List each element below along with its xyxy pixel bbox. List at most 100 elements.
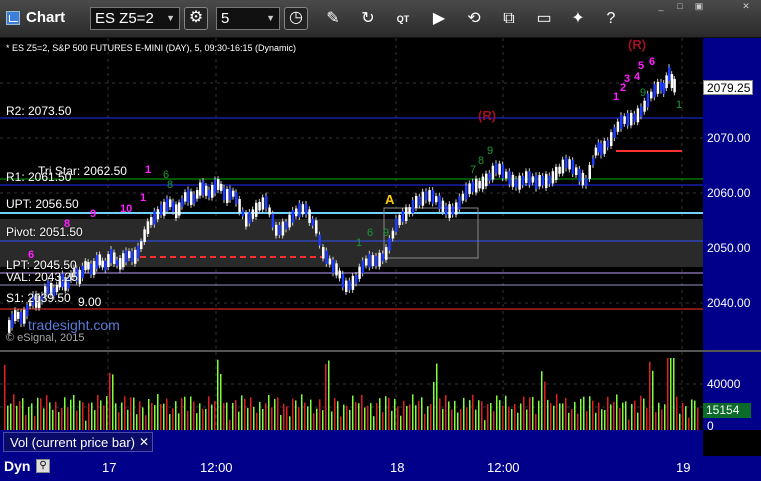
candle-body	[113, 252, 116, 264]
interval-input[interactable]: 5 ▼	[216, 7, 280, 30]
volume-bar	[583, 396, 585, 430]
volume-pane[interactable]	[0, 352, 703, 430]
candle-body	[199, 182, 202, 196]
twitter-icon[interactable]: ✦	[567, 8, 589, 30]
refresh-icon[interactable]: ↻	[357, 8, 379, 30]
svg-text:9: 9	[383, 227, 389, 239]
volume-bar	[100, 400, 102, 430]
candle-body	[455, 202, 458, 215]
candle-body	[418, 196, 421, 206]
svg-text:1: 1	[356, 237, 362, 249]
volume-bar	[355, 402, 357, 430]
candle-body	[95, 255, 99, 269]
candle-body	[458, 196, 461, 210]
candle-body	[278, 224, 281, 236]
candle-body	[431, 190, 435, 204]
candle-body	[125, 250, 128, 263]
volume-bar	[88, 403, 90, 430]
candle-body	[26, 304, 29, 317]
volume-study-tab[interactable]: Vol (current price bar) ✕	[3, 432, 153, 452]
candle-body	[156, 209, 160, 220]
candle-body	[650, 91, 653, 99]
volume-bar	[646, 408, 648, 430]
price-tick: 2060.00	[707, 186, 751, 200]
replay-icon[interactable]: ⟲	[463, 8, 485, 30]
volume-bar	[121, 402, 123, 430]
volume-bar	[67, 407, 69, 430]
volume-bar	[454, 400, 456, 430]
candle-body	[134, 249, 137, 264]
maximize-icon[interactable]: ▣	[693, 2, 705, 11]
svg-text:7: 7	[470, 164, 476, 176]
candle-body	[181, 198, 184, 207]
volume-bar	[319, 399, 321, 430]
candle-body	[235, 192, 238, 204]
volume-bar	[19, 401, 21, 430]
candle-body	[351, 275, 355, 290]
comment-icon[interactable]: ▭	[533, 8, 555, 30]
candle-body	[508, 171, 511, 185]
volume-bar	[346, 405, 348, 430]
candle-body	[398, 215, 401, 226]
minimize-icon[interactable]: _	[655, 2, 667, 11]
pencil-draw-icon[interactable]: ✎	[322, 8, 344, 30]
candle-body	[208, 189, 211, 198]
chevron-down-icon[interactable]: ▼	[166, 8, 175, 29]
candle-body	[175, 204, 178, 219]
price-chart-area[interactable]: (R) (R) A 123456 10 9 1 1 6 8 98791 68169	[0, 37, 703, 350]
candle-body	[261, 197, 265, 210]
volume-bar	[61, 408, 63, 430]
play-icon[interactable]: ▶	[428, 8, 450, 30]
volume-bar	[550, 403, 552, 430]
candle-body	[288, 214, 291, 228]
volume-bar	[115, 403, 117, 430]
volume-bar	[139, 401, 141, 430]
candle-body	[146, 221, 150, 234]
volume-bar	[289, 416, 291, 430]
candle-body	[575, 167, 578, 175]
candle-body	[265, 195, 268, 209]
volume-bar	[616, 394, 618, 430]
volume-bar	[460, 409, 462, 430]
candle-body	[478, 180, 481, 189]
close-icon[interactable]: ✕	[740, 2, 752, 11]
settings-gear-icon[interactable]: ⚙	[184, 7, 208, 30]
candle-body	[166, 198, 169, 212]
candle-body	[255, 202, 258, 217]
volume-bar	[304, 402, 306, 430]
candle-body	[248, 211, 251, 224]
link-icon[interactable]: ⧉	[498, 8, 520, 30]
chevron-down-icon[interactable]: ▼	[266, 8, 275, 29]
volume-tick: 0	[707, 419, 714, 433]
close-icon[interactable]: ✕	[139, 432, 149, 452]
candle-body	[268, 207, 271, 215]
symbol-input[interactable]: ES Z5=2 ▼	[90, 7, 180, 30]
volume-bar	[445, 395, 447, 430]
volume-bar	[631, 404, 633, 430]
quote-button[interactable]: QT	[392, 8, 414, 30]
candle-body	[355, 275, 358, 284]
volume-bar	[82, 402, 84, 430]
volume-bar	[379, 398, 381, 430]
candle-body	[421, 191, 425, 206]
lock-icon[interactable]: ⚲	[36, 459, 50, 473]
help-icon[interactable]: ?	[600, 8, 622, 30]
volume-bar	[598, 402, 600, 430]
volume-bar	[223, 403, 225, 430]
volume-bar	[547, 399, 549, 430]
volume-bar	[427, 406, 429, 430]
volume-bar	[640, 395, 642, 430]
clock-icon[interactable]: ◷	[284, 7, 308, 30]
volume-bar	[235, 400, 237, 430]
volume-bar	[328, 360, 330, 430]
restore-icon[interactable]: □	[674, 2, 686, 11]
volume-bar	[10, 403, 12, 430]
volume-bar	[292, 398, 294, 430]
volume-bar	[622, 402, 624, 430]
volume-bar	[691, 399, 693, 430]
candle-body	[603, 140, 606, 154]
volume-bar	[685, 406, 687, 430]
volume-bar	[55, 401, 57, 430]
volume-bar	[283, 403, 285, 430]
volume-bar	[127, 409, 129, 430]
